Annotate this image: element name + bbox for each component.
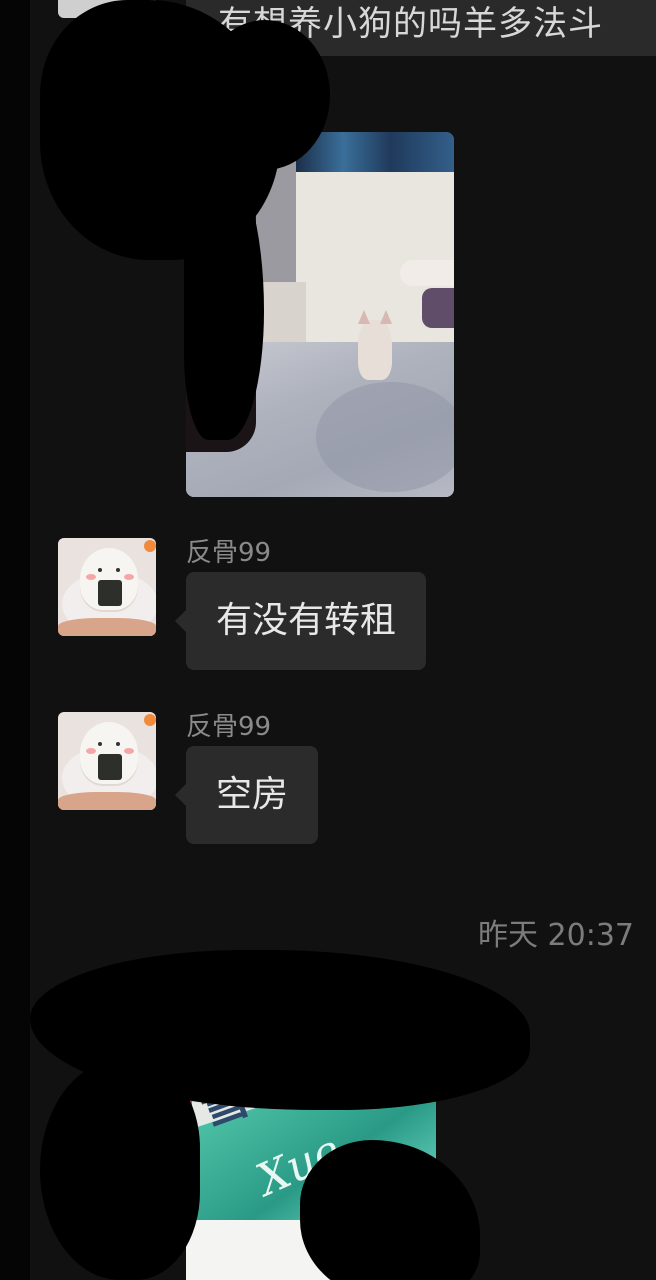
dog-figure xyxy=(358,310,392,380)
avatar-hand xyxy=(58,618,156,636)
avatar-flower xyxy=(144,540,156,552)
avatar-eye xyxy=(98,742,102,746)
sender-name: 反骨99 xyxy=(186,538,272,568)
photo-chair-leg xyxy=(422,288,454,328)
avatar-hand xyxy=(58,792,156,810)
redaction-scribble xyxy=(40,1060,200,1280)
sender-name: 反骨99 xyxy=(186,712,272,742)
photo-chair xyxy=(400,260,454,286)
avatar-cheek xyxy=(86,748,96,754)
chat-screen: 有想养小狗的吗羊多法斗 反骨99 有没有转租 反骨99 空房 昨天 20:37 … xyxy=(0,0,656,1280)
avatar-eye xyxy=(116,568,120,572)
message-timestamp: 昨天 20:37 xyxy=(478,918,634,953)
avatar-eye xyxy=(116,742,120,746)
avatar[interactable] xyxy=(58,712,156,810)
photo-shadow xyxy=(316,382,454,492)
avatar-cheek xyxy=(86,574,96,580)
avatar-eye xyxy=(98,568,102,572)
avatar-cheek xyxy=(124,574,134,580)
redaction-scribble xyxy=(300,1140,480,1280)
avatar-flower xyxy=(144,714,156,726)
avatar-nori xyxy=(98,754,122,780)
avatar-nori xyxy=(98,580,122,606)
redaction-scribble xyxy=(200,20,330,170)
avatar[interactable] xyxy=(58,538,156,636)
message-bubble[interactable]: 空房 xyxy=(174,746,319,844)
avatar-cheek xyxy=(124,748,134,754)
left-edge xyxy=(0,0,30,1280)
message-bubble[interactable]: 有没有转租 xyxy=(174,572,427,670)
